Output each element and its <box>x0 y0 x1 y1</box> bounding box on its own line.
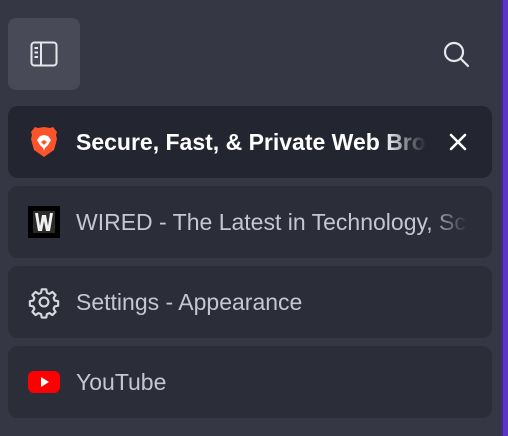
gear-icon <box>28 286 60 319</box>
close-tab-button[interactable] <box>442 126 474 158</box>
tab-title: Settings - Appearance <box>76 289 303 315</box>
sidebar-toggle-button[interactable] <box>8 18 80 90</box>
tab-wired[interactable]: WIRED - The Latest in Technology, Scienc… <box>8 186 492 258</box>
search-icon <box>443 41 470 68</box>
sidebar-panel-icon <box>30 41 58 67</box>
tab-youtube[interactable]: YouTube <box>8 346 492 418</box>
tab-settings[interactable]: Settings - Appearance <box>8 266 492 338</box>
tab-title: Secure, Fast, & Private Web Browser with… <box>76 129 426 155</box>
youtube-icon <box>28 366 60 398</box>
tab-brave[interactable]: Secure, Fast, & Private Web Browser with… <box>8 106 492 178</box>
brave-lion-icon <box>28 126 60 158</box>
window-edge <box>501 0 508 436</box>
wired-logo-icon <box>28 206 60 238</box>
search-button[interactable] <box>428 26 484 82</box>
tab-title: YouTube <box>76 369 167 395</box>
tab-title: WIRED - The Latest in Technology, Scienc… <box>76 209 468 235</box>
sidebar-toolbar <box>0 0 500 100</box>
close-icon <box>449 133 467 151</box>
